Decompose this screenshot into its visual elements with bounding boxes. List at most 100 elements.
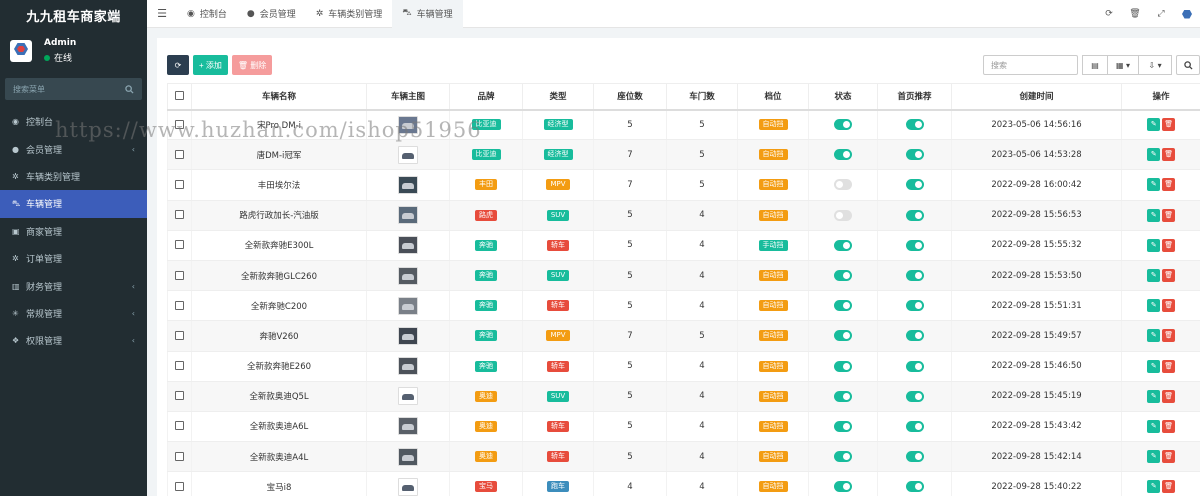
edit-button[interactable]: ✎ bbox=[1147, 329, 1161, 343]
table-row[interactable]: 全新款奥迪A4L 奥迪 轿车 5 4 自动挡 2022-09-28 15:42:14 ✎ 🗑 bbox=[167, 441, 1200, 473]
nav-tab[interactable]: ◉ 控制台 bbox=[177, 0, 237, 28]
column-header[interactable]: 车门数 bbox=[666, 83, 738, 111]
recommend-toggle[interactable] bbox=[905, 209, 924, 221]
recommend-toggle[interactable] bbox=[905, 451, 924, 463]
table-row[interactable]: 全新款奔驰E300L 奔驰 轿车 5 4 手动挡 2022-09-28 15:55:32 ✎ 🗑 bbox=[167, 230, 1200, 261]
edit-button[interactable]: ✎ bbox=[1147, 269, 1161, 283]
column-header[interactable]: 档位 bbox=[737, 83, 809, 111]
row-checkbox[interactable] bbox=[175, 481, 184, 491]
sidebar-item[interactable]: ❖ 权限管理 ‹ bbox=[0, 327, 147, 354]
nav-tab[interactable]: ⛍ 车辆管理 bbox=[392, 0, 463, 28]
columns-button[interactable]: ▦ ▾ bbox=[1107, 55, 1139, 75]
trash-icon[interactable]: 🗑 bbox=[1122, 9, 1148, 19]
status-toggle[interactable] bbox=[834, 149, 852, 161]
row-checkbox[interactable] bbox=[175, 210, 184, 220]
delete-row-button[interactable]: 🗑 bbox=[1162, 419, 1176, 433]
column-header[interactable]: 创建时间 bbox=[951, 83, 1122, 111]
status-toggle[interactable] bbox=[834, 179, 852, 191]
row-checkbox[interactable] bbox=[175, 330, 184, 340]
status-toggle[interactable] bbox=[834, 119, 852, 131]
table-row[interactable]: 唐DM-i冠军 比亚迪 经济型 7 5 自动挡 2023-05-06 14:53:28 ✎ 🗑 bbox=[167, 139, 1200, 171]
recommend-toggle[interactable] bbox=[905, 119, 924, 131]
edit-button[interactable]: ✎ bbox=[1147, 178, 1161, 192]
column-header[interactable]: 类型 bbox=[522, 83, 594, 111]
row-checkbox[interactable] bbox=[175, 179, 184, 189]
export-button[interactable]: ⇩ ▾ bbox=[1138, 55, 1172, 75]
status-toggle[interactable] bbox=[834, 481, 852, 493]
vehicle-thumbnail[interactable] bbox=[398, 326, 418, 345]
delete-row-button[interactable]: 🗑 bbox=[1162, 389, 1176, 403]
delete-row-button[interactable]: 🗑 bbox=[1162, 299, 1176, 313]
table-row[interactable]: 全新款奔驰E260 奔驰 轿车 5 4 自动挡 2022-09-28 15:46:50 ✎ 🗑 bbox=[167, 351, 1200, 382]
status-toggle[interactable] bbox=[834, 420, 852, 432]
column-header[interactable]: 座位数 bbox=[593, 83, 667, 111]
status-toggle[interactable] bbox=[834, 300, 852, 312]
edit-button[interactable]: ✎ bbox=[1147, 450, 1161, 464]
table-row[interactable]: 全新奔驰C200 奔驰 轿车 5 4 自动挡 2022-09-28 15:51:31 ✎ 🗑 bbox=[167, 290, 1200, 322]
delete-row-button[interactable]: 🗑 bbox=[1162, 178, 1176, 192]
refresh-button[interactable]: ⟳ bbox=[167, 55, 189, 75]
table-row[interactable]: 丰田埃尔法 丰田 MPV 7 5 自动挡 2022-09-28 16:00:42 ✎ 🗑 bbox=[167, 169, 1200, 201]
column-header[interactable]: 状态 bbox=[808, 83, 878, 111]
table-search-input[interactable] bbox=[983, 55, 1078, 75]
recommend-toggle[interactable] bbox=[905, 300, 924, 312]
brand-logo-icon[interactable] bbox=[1174, 0, 1200, 28]
recommend-toggle[interactable] bbox=[905, 330, 924, 342]
table-row[interactable]: 路虎行政加长-汽油版 路虎 SUV 5 4 自动挡 2022-09-28 15:56:53 ✎… bbox=[167, 200, 1200, 231]
column-header[interactable]: 品牌 bbox=[449, 83, 523, 111]
vehicle-thumbnail[interactable] bbox=[398, 477, 418, 496]
status-toggle[interactable] bbox=[834, 239, 852, 251]
vehicle-thumbnail[interactable] bbox=[398, 236, 418, 255]
delete-row-button[interactable]: 🗑 bbox=[1162, 359, 1176, 373]
row-checkbox[interactable] bbox=[175, 451, 184, 461]
table-row[interactable]: 宝马i8 宝马 跑车 4 4 自动挡 2022-09-28 15:40:22 ✎ 🗑 bbox=[167, 471, 1200, 496]
recommend-toggle[interactable] bbox=[905, 149, 924, 161]
vehicle-thumbnail[interactable] bbox=[398, 175, 418, 194]
row-checkbox[interactable] bbox=[175, 240, 184, 250]
row-checkbox[interactable] bbox=[175, 300, 184, 310]
status-toggle[interactable] bbox=[834, 360, 852, 372]
vehicle-thumbnail[interactable] bbox=[398, 206, 418, 225]
delete-row-button[interactable]: 🗑 bbox=[1162, 450, 1176, 464]
delete-row-button[interactable]: 🗑 bbox=[1162, 238, 1176, 252]
edit-button[interactable]: ✎ bbox=[1147, 389, 1161, 403]
row-checkbox[interactable] bbox=[175, 270, 184, 280]
recommend-toggle[interactable] bbox=[905, 360, 924, 372]
recommend-toggle[interactable] bbox=[905, 390, 924, 402]
fullscreen-icon[interactable]: ⤢ bbox=[1148, 9, 1174, 19]
column-header[interactable]: 车辆主图 bbox=[366, 83, 450, 111]
recommend-toggle[interactable] bbox=[905, 481, 924, 493]
nav-tab[interactable]: ✲ 车辆类别管理 bbox=[306, 0, 393, 28]
delete-row-button[interactable]: 🗑 bbox=[1162, 148, 1176, 162]
edit-button[interactable]: ✎ bbox=[1147, 419, 1161, 433]
vehicle-thumbnail[interactable] bbox=[398, 417, 418, 436]
edit-button[interactable]: ✎ bbox=[1147, 480, 1161, 494]
vehicle-thumbnail[interactable] bbox=[398, 266, 418, 285]
recommend-toggle[interactable] bbox=[905, 420, 924, 432]
vehicle-thumbnail[interactable] bbox=[398, 115, 418, 134]
app-logo[interactable]: 九九租车商家端 bbox=[0, 0, 147, 30]
sidebar-item[interactable]: ● 会员管理 ‹ bbox=[0, 135, 147, 162]
sidebar-item[interactable]: ◉ 控制台 bbox=[0, 108, 147, 135]
toggle-view-button[interactable]: ▤ bbox=[1082, 55, 1108, 75]
menu-search-input[interactable] bbox=[13, 84, 113, 94]
sidebar-item[interactable]: ✲ 车辆类别管理 bbox=[0, 163, 147, 190]
table-row[interactable]: 全新款奔驰GLC260 奔驰 SUV 5 4 自动挡 2022-09-28 15:53:50… bbox=[167, 260, 1200, 292]
status-toggle[interactable] bbox=[834, 390, 852, 402]
sidebar-item[interactable]: ▣ 商家管理 bbox=[0, 218, 147, 245]
column-header[interactable]: 操作 bbox=[1121, 83, 1200, 111]
table-row[interactable]: 奔驰V260 奔驰 MPV 7 5 自动挡 2022-09-28 15:49:57 ✎ 🗑 bbox=[167, 320, 1200, 352]
menu-toggle-icon[interactable]: ☰ bbox=[147, 7, 177, 20]
recommend-toggle[interactable] bbox=[905, 179, 924, 191]
search-icon[interactable] bbox=[125, 84, 134, 94]
vehicle-thumbnail[interactable] bbox=[398, 357, 418, 376]
status-toggle[interactable] bbox=[834, 270, 852, 282]
delete-row-button[interactable]: 🗑 bbox=[1162, 208, 1176, 222]
vehicle-thumbnail[interactable] bbox=[398, 145, 418, 164]
row-checkbox[interactable] bbox=[175, 421, 184, 431]
delete-row-button[interactable]: 🗑 bbox=[1162, 480, 1176, 494]
column-header[interactable]: 首页推荐 bbox=[877, 83, 952, 111]
sidebar-item[interactable]: ⛍ 车辆管理 bbox=[0, 190, 147, 218]
table-row[interactable]: 全新款奥迪A6L 奥迪 轿车 5 4 自动挡 2022-09-28 15:43:42 ✎ 🗑 bbox=[167, 411, 1200, 443]
sidebar-item[interactable]: ✲ 订单管理 bbox=[0, 245, 147, 272]
